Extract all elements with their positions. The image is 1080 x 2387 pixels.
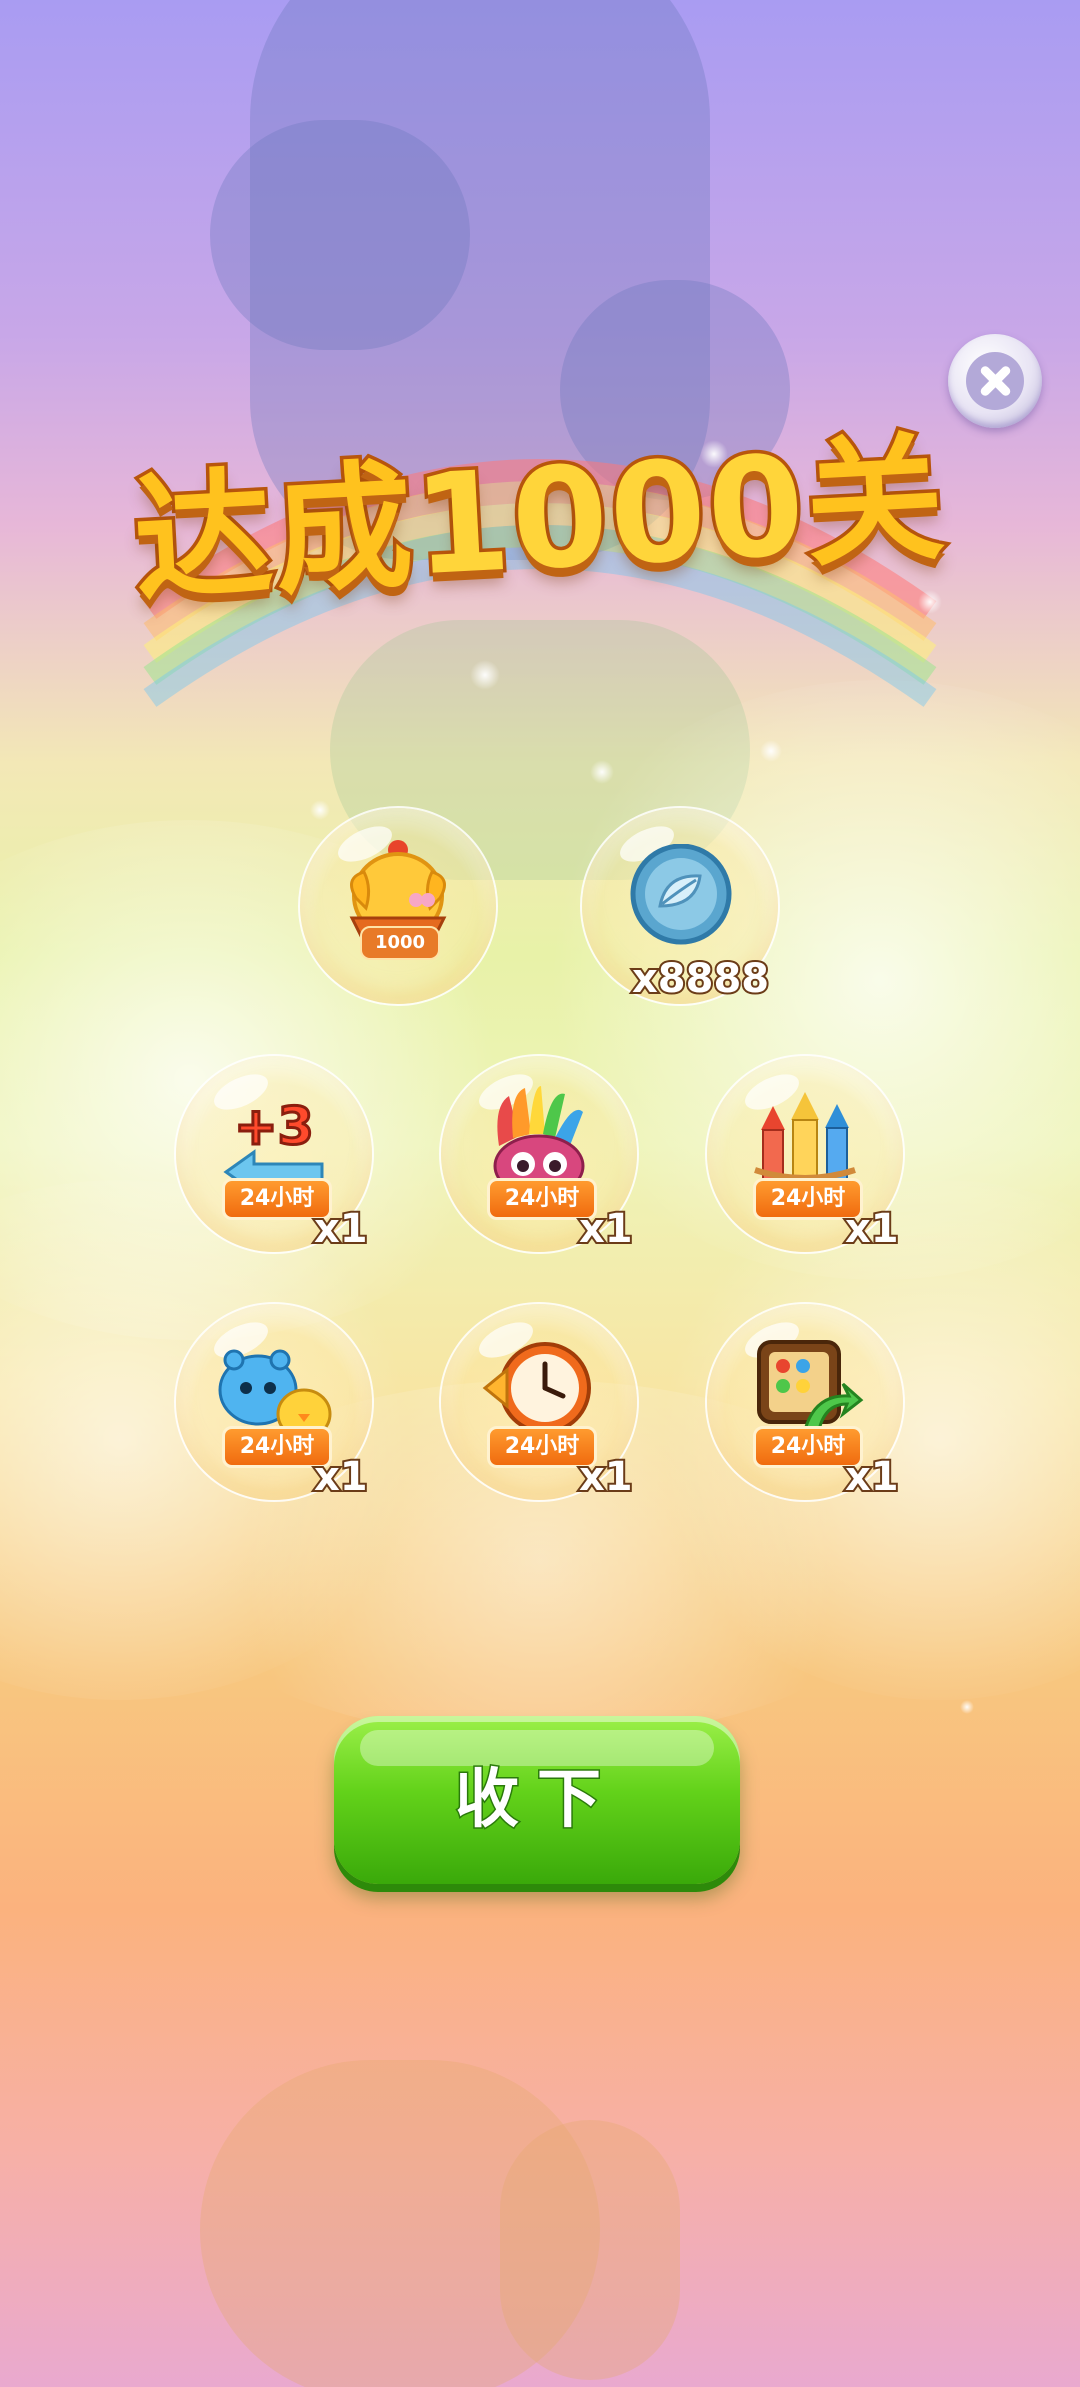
sparkle: [960, 1700, 974, 1714]
sparkle: [918, 590, 942, 614]
close-icon: [966, 352, 1024, 410]
sparkle: [470, 660, 500, 690]
svg-text:+3: +3: [234, 1097, 314, 1157]
title-suffix: 关: [798, 414, 953, 589]
reward-bubble-chick-frame: 1000: [300, 808, 496, 1004]
reward-bubble-clock: 24小时 x1: [441, 1304, 637, 1502]
close-button[interactable]: [948, 334, 1042, 428]
item-quantity: x1: [312, 1452, 370, 1502]
item-quantity: x1: [577, 1452, 635, 1502]
sparkle: [310, 800, 330, 820]
leaf-coin-icon: [626, 843, 736, 954]
reward-bubble-blue-critter: 24小时 x1: [176, 1304, 372, 1502]
reward-bubble-rockets: 24小时 x1: [707, 1056, 903, 1254]
collect-button-label: 收下: [454, 1762, 619, 1839]
item-quantity: x1: [843, 1452, 901, 1502]
reward-bubble-plus-3-moves: +3 24小时 x1: [176, 1056, 372, 1254]
collect-button[interactable]: 收下: [334, 1716, 740, 1884]
beanstalk-silhouette: [500, 2120, 680, 2380]
title-prefix: 达成: [127, 442, 422, 624]
item-quantity: x1: [312, 1204, 370, 1254]
frame-level-label: 1000: [360, 926, 440, 960]
reward-bubble-rainbow-owl: 24小时 x1: [441, 1056, 637, 1254]
item-quantity: x1: [843, 1204, 901, 1254]
item-quantity: x1: [577, 1204, 635, 1254]
reward-bubble-shuffle: 24小时 x1: [707, 1304, 903, 1502]
sparkle: [590, 760, 614, 784]
sparkle: [760, 740, 782, 762]
reward-screen: 达成1000关 1000 x8888 +3 24小时 x1 24小时 x1 24…: [0, 0, 1080, 2387]
title-number: 1000: [406, 422, 813, 610]
coin-quantity: x8888: [630, 954, 771, 1004]
reward-bubble-leaf-coin: x8888: [582, 808, 778, 1004]
